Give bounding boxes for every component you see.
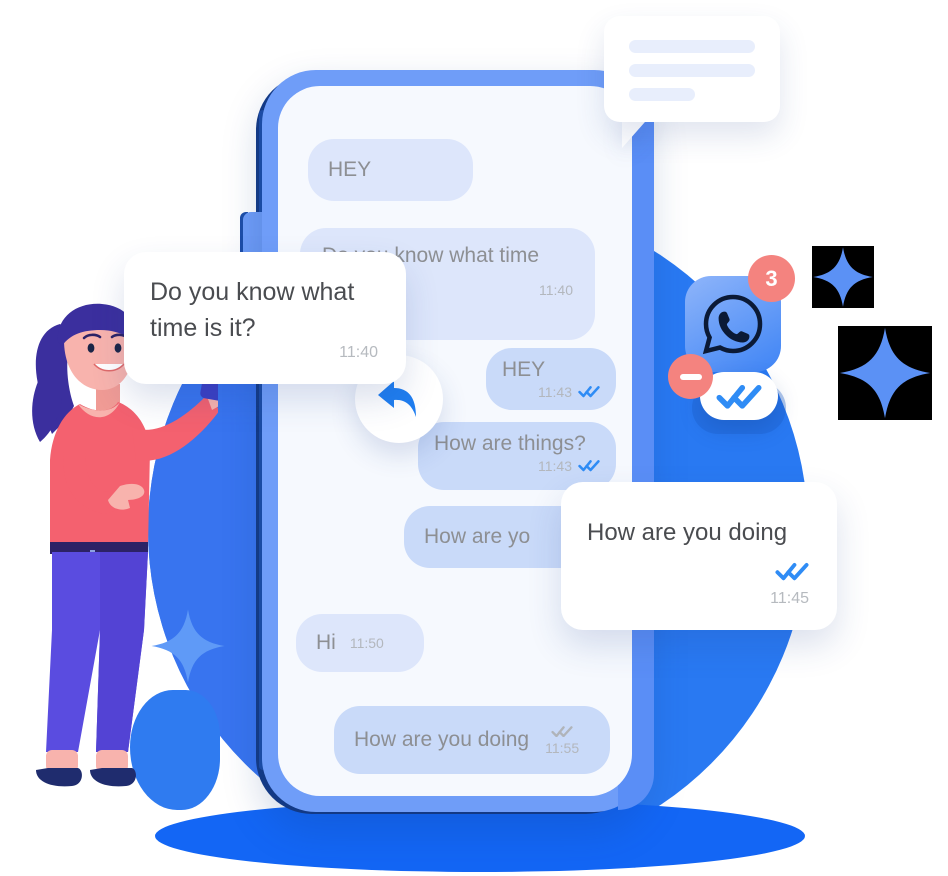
speech-bubble[interactable] <box>604 16 780 122</box>
illustration-canvas: HEY Do you know what time 11:40 HEY 11:4… <box>0 0 948 876</box>
notification-badge: 3 <box>748 255 795 302</box>
floating-card-doing[interactable]: How are you doing 11:45 <box>561 482 837 630</box>
message-time: 11:50 <box>349 635 384 651</box>
floating-card-question[interactable]: Do you know what time is it? 11:40 <box>124 252 406 384</box>
double-check-icon <box>578 385 600 399</box>
message-text: HEY <box>328 157 372 181</box>
message-text: How are things? <box>434 432 586 455</box>
badge-count-label: 3 <box>765 265 778 291</box>
speech-bubble-line <box>629 40 755 53</box>
message-time: 11:43 <box>538 384 572 401</box>
message-text: How are you doing <box>354 727 530 751</box>
card-message-text: Do you know what time is it? <box>150 278 355 343</box>
speech-bubble-line <box>629 64 755 77</box>
double-check-icon <box>716 382 762 410</box>
double-check-icon <box>551 725 573 739</box>
chat-bubble-received[interactable]: HEY <box>308 139 473 201</box>
phone-screen: HEY Do you know what time 11:40 HEY 11:4… <box>278 86 632 796</box>
double-check-icon <box>578 459 600 473</box>
message-meta: 11:43 <box>538 458 600 474</box>
message-time: 11:40 <box>539 282 573 299</box>
double-check-icon <box>775 560 809 582</box>
card-message-text: How are you doing <box>587 519 788 546</box>
status-badge-minus <box>668 354 713 399</box>
speech-bubble-line <box>629 88 695 101</box>
message-time: 11:55 <box>545 739 580 756</box>
message-meta: 11:43 <box>538 384 600 400</box>
chat-bubble-sent[interactable]: HEY 11:43 <box>486 348 616 410</box>
sparkle-bottom-right-icon <box>838 326 932 420</box>
message-text: How are yo <box>424 524 531 548</box>
chat-bubble-sent[interactable]: How are you doing 11:55 <box>334 706 610 774</box>
chat-bubble-sent[interactable]: How are things? 11:43 <box>418 422 616 490</box>
message-time: 11:43 <box>538 458 572 475</box>
card-message-time: 11:45 <box>770 590 809 607</box>
chat-bubble-received[interactable]: Hi 11:50 <box>296 614 424 672</box>
whatsapp-glyph-icon <box>702 294 763 355</box>
message-text: HEY <box>502 358 546 381</box>
sparkle-top-right-icon <box>812 246 874 308</box>
minus-icon <box>679 373 702 380</box>
message-text: Hi <box>316 630 336 654</box>
card-message-time: 11:40 <box>339 344 378 361</box>
